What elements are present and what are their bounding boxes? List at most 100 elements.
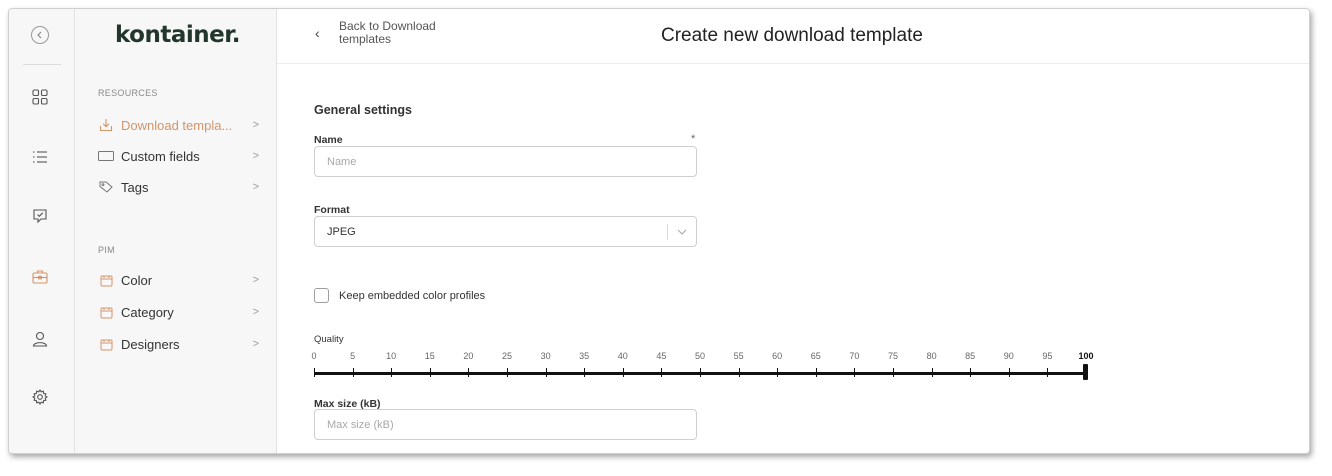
slider-tick-label: 35 xyxy=(579,351,590,361)
tag-icon xyxy=(97,180,115,194)
slider-tick-label: 50 xyxy=(694,351,706,361)
required-mark: * xyxy=(691,133,696,145)
rail-divider xyxy=(23,64,61,65)
slider-tick-label: 5 xyxy=(350,351,356,361)
chevron-left-icon: ‹ xyxy=(315,25,320,41)
quality-label: Quality xyxy=(314,334,344,345)
briefcase-icon[interactable] xyxy=(30,266,50,286)
page-title: Create new download template xyxy=(661,25,923,46)
slider-tick-label: 65 xyxy=(810,351,821,361)
slider-tick-label: 20 xyxy=(463,351,474,361)
app-logo: kontainer. xyxy=(115,22,241,48)
folder-icon xyxy=(97,305,115,319)
slider-tick-label: 95 xyxy=(1042,351,1053,361)
back-button[interactable]: ‹ Back to Download templates xyxy=(315,20,479,46)
sidebar-item-tags[interactable]: Tags > xyxy=(97,177,259,197)
slider-tick xyxy=(815,368,817,377)
slider-tick-label: 75 xyxy=(887,351,899,361)
slider-tick-label: 30 xyxy=(540,351,551,361)
slider-tick-label: 85 xyxy=(965,351,976,361)
slider-tick xyxy=(777,368,779,377)
grid-icon[interactable] xyxy=(30,87,50,107)
sidebar-item-label: Tags xyxy=(121,179,149,195)
slider-tick-label: 10 xyxy=(386,351,397,361)
slider-tick-label: 45 xyxy=(656,351,667,361)
sidebar-item-label: Category xyxy=(121,304,174,320)
sidebar-item-designers[interactable]: Designers > xyxy=(97,334,259,354)
slider-tick xyxy=(352,368,354,377)
slider-tick-label: 25 xyxy=(501,351,513,361)
sidebar-item-category[interactable]: Category > xyxy=(97,302,259,322)
sidebar-item-download-templates[interactable]: Download templa... > xyxy=(97,115,259,135)
section-label-resources: RESOURCES xyxy=(98,88,158,98)
slider-tick xyxy=(1008,368,1010,377)
format-label: Format xyxy=(314,204,350,216)
slider-tick xyxy=(970,368,972,377)
section-title: General settings xyxy=(314,103,412,117)
slider-tick-label: 100 xyxy=(1078,351,1094,361)
slider-tick xyxy=(738,368,740,377)
approval-icon[interactable] xyxy=(30,206,50,226)
slider-tick-label: 90 xyxy=(1003,351,1014,361)
slider-tick xyxy=(661,368,663,377)
keep-color-profiles-checkbox[interactable] xyxy=(314,288,329,303)
slider-tick xyxy=(429,368,431,377)
back-label: Back to Download templates xyxy=(339,19,436,46)
sidebar-item-label: Color xyxy=(121,272,153,288)
icon-rail xyxy=(9,9,75,453)
slider-tick-label: 70 xyxy=(849,351,860,361)
quality-slider[interactable]: 0 5 10 15 20 25 30 35 40 45 50 55 60 65 70 75 80 85 90 95 10… xyxy=(311,347,1094,387)
sidebar-item-label: Designers xyxy=(121,336,180,352)
chevron-right-icon: > xyxy=(252,306,259,318)
slider-tick-label: 0 xyxy=(311,351,317,361)
format-value: JPEG xyxy=(327,225,356,238)
list-icon[interactable] xyxy=(30,147,50,167)
folder-icon xyxy=(97,337,115,351)
slider-tick xyxy=(584,368,586,377)
slider-tick-label: 60 xyxy=(772,351,783,361)
slider-tick xyxy=(391,368,393,377)
keep-color-profiles-label: Keep embedded color profiles xyxy=(339,289,486,302)
sidebar-item-color[interactable]: Color > xyxy=(97,270,259,290)
slider-tick xyxy=(314,368,315,377)
settings-icon[interactable] xyxy=(30,387,50,407)
slider-tick xyxy=(545,368,547,377)
slider-tick-label: 15 xyxy=(424,351,435,361)
download-icon xyxy=(97,118,115,132)
format-select[interactable]: JPEG xyxy=(314,216,697,247)
max-size-input[interactable] xyxy=(314,409,697,440)
slider-tick xyxy=(931,368,933,377)
page-header: ‹ Back to Download templates Create new … xyxy=(277,9,1309,64)
sidebar-item-custom-fields[interactable]: Custom fields > xyxy=(97,146,259,166)
template-form: General settings Name * Format JPEG Keep… xyxy=(277,64,1309,453)
slider-thumb[interactable] xyxy=(1083,364,1088,380)
name-label: Name xyxy=(314,134,343,146)
chevron-down-icon xyxy=(668,229,696,235)
slider-tick xyxy=(893,368,894,377)
chevron-right-icon: > xyxy=(252,150,259,162)
name-input[interactable] xyxy=(314,146,697,177)
slider-tick xyxy=(854,368,856,377)
chevron-right-icon: > xyxy=(252,119,259,131)
slider-tick-label: 40 xyxy=(617,351,628,361)
slider-tick xyxy=(622,368,624,377)
chevron-right-icon: > xyxy=(252,338,259,350)
sidebar-item-label: Download templa... xyxy=(121,117,233,133)
sidebar: kontainer. RESOURCES Download templa... … xyxy=(75,9,277,453)
folder-icon xyxy=(97,273,115,287)
slider-tick xyxy=(468,368,470,377)
user-icon[interactable] xyxy=(30,329,50,349)
slider-tick xyxy=(507,368,508,377)
field-icon xyxy=(97,149,115,163)
slider-tick xyxy=(700,368,701,377)
collapse-icon[interactable] xyxy=(31,26,49,44)
chevron-right-icon: > xyxy=(252,181,259,193)
section-label-pim: PIM xyxy=(98,245,115,255)
slider-tick-label: 55 xyxy=(733,351,744,361)
keep-color-profiles-option[interactable]: Keep embedded color profiles xyxy=(314,288,485,303)
slider-tick-label: 80 xyxy=(926,351,937,361)
sidebar-item-label: Custom fields xyxy=(121,148,200,164)
slider-tick xyxy=(1047,368,1049,377)
app-window: kontainer. RESOURCES Download templa... … xyxy=(8,8,1310,454)
chevron-right-icon: > xyxy=(252,274,259,286)
